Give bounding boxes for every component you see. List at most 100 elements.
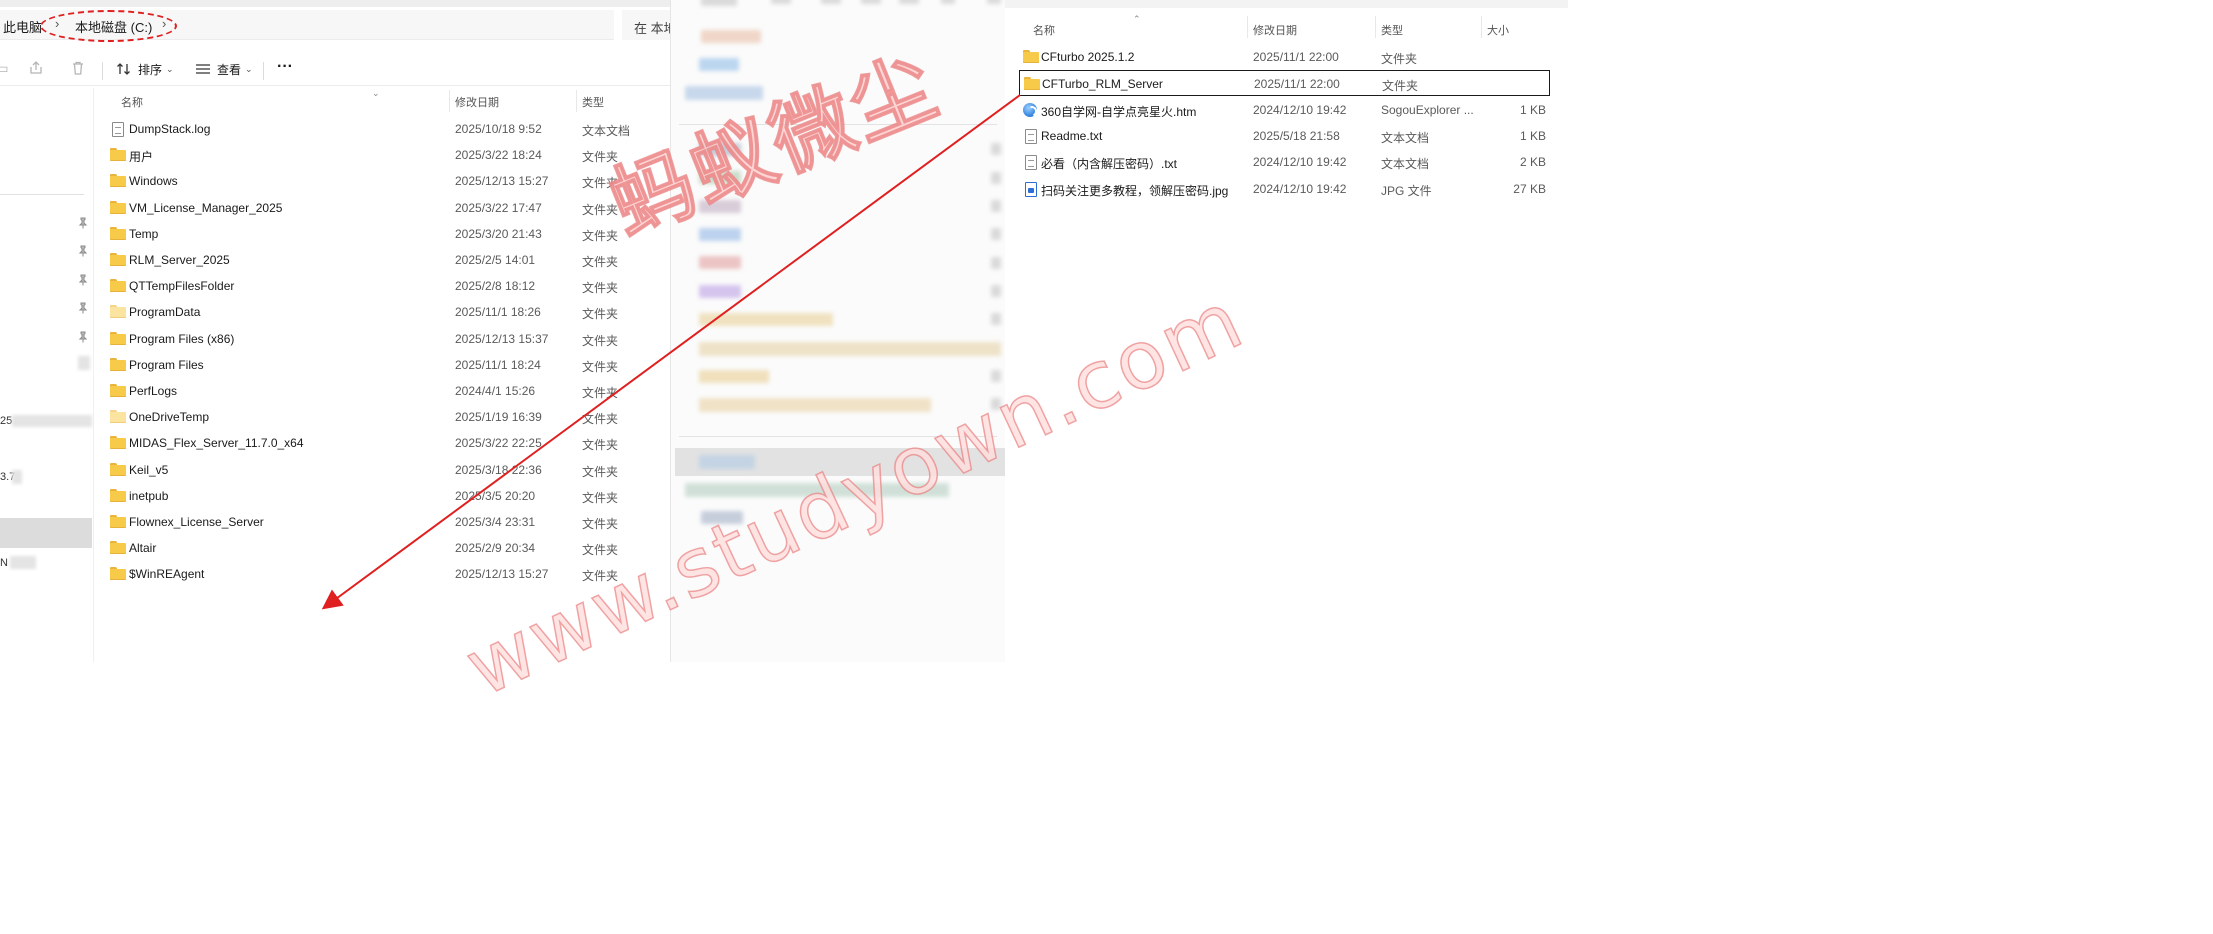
file-row[interactable]: Keil_v5 2025/3/18 22:36 文件夹: [94, 457, 670, 483]
blurred-nav-item: [699, 200, 741, 213]
address-bar[interactable]: 此电脑 › 本地磁盘 (C:) ›: [0, 10, 614, 40]
pin-icon[interactable]: [77, 302, 89, 314]
file-date: 2025/2/5 14:01: [455, 253, 536, 267]
file-row[interactable]: 360自学网-自学点亮星火.htm 2024/12/10 19:42 SogouEx…: [1019, 97, 1550, 123]
file-date: 2024/12/10 19:42: [1253, 181, 1347, 196]
file-row[interactable]: QTTempFilesFolder 2025/2/8 18:12 文件夹: [94, 273, 670, 299]
file-row[interactable]: $WinREAgent 2025/12/13 15:27 文件夹: [94, 561, 670, 587]
toolbar-divider: [263, 62, 264, 80]
share-icon[interactable]: [28, 60, 44, 76]
file-date: 2024/12/10 19:42: [1253, 102, 1347, 117]
file-row[interactable]: OneDriveTemp 2025/1/19 16:39 文件夹: [94, 404, 670, 430]
nav-item-selected[interactable]: [0, 518, 92, 548]
folder-icon: [110, 541, 126, 555]
file-row[interactable]: 必看（内含解压密码）.txt 2024/12/10 19:42 文本文档 2 KB: [1019, 149, 1550, 175]
pin-icon[interactable]: [77, 274, 89, 286]
file-row[interactable]: Program Files (x86) 2025/12/13 15:37 文件夹: [94, 326, 670, 352]
text-file-icon: [1025, 128, 1037, 144]
sort-button[interactable]: 排序 ⌄: [116, 60, 174, 78]
file-row[interactable]: PerfLogs 2024/4/1 15:26 文件夹: [94, 378, 670, 404]
toolbar-divider: [102, 62, 103, 80]
file-name: Windows: [129, 174, 178, 189]
column-separator[interactable]: [449, 90, 450, 112]
blurred-toolbar-item: [821, 0, 841, 4]
file-type: 文件夹: [582, 438, 619, 453]
file-row[interactable]: RLM_Server_2025 2025/2/5 14:01 文件夹: [94, 247, 670, 273]
blurred-nav-item: [991, 285, 1001, 297]
file-row[interactable]: Readme.txt 2025/5/18 21:58 文本文档 1 KB: [1019, 123, 1550, 149]
column-separator[interactable]: [1481, 16, 1482, 38]
blurred-nav-item: [699, 370, 769, 383]
file-type: SogouExplorer ...: [1381, 102, 1474, 117]
column-header-date[interactable]: 修改日期: [455, 94, 499, 110]
column-header-name[interactable]: 名称: [1033, 22, 1055, 38]
column-separator[interactable]: [1247, 16, 1248, 38]
file-name: RLM_Server_2025: [129, 253, 230, 267]
breadcrumb-chevron-icon[interactable]: ›: [162, 16, 166, 31]
column-header-type[interactable]: 类型: [1381, 22, 1403, 38]
column-header-date[interactable]: 修改日期: [1253, 22, 1297, 38]
pin-icon[interactable]: [77, 331, 89, 343]
breadcrumb-this-pc[interactable]: 此电脑: [3, 17, 42, 36]
command-toolbar: ▭ 排序 ⌄ 查看 ⌄ ···: [0, 52, 670, 86]
file-row[interactable]: VM_License_Manager_2025 2025/3/22 17:47 文件…: [94, 195, 670, 221]
column-header-size[interactable]: 大小: [1487, 22, 1509, 38]
column-separator[interactable]: [1375, 16, 1376, 38]
nav-item-label[interactable]: N: [0, 557, 8, 569]
file-row[interactable]: 用户 2025/3/22 18:24 文件夹: [94, 142, 670, 168]
file-row[interactable]: Program Files 2025/11/1 18:24 文件夹: [94, 352, 670, 378]
column-separator[interactable]: [576, 90, 577, 112]
file-type: 文件夹: [582, 150, 619, 165]
blurred-nav-item: [991, 200, 1001, 212]
rename-icon[interactable]: ▭: [0, 60, 10, 76]
window-top-strip: [0, 0, 670, 7]
file-type: 文件夹: [582, 228, 619, 243]
view-button[interactable]: 查看 ⌄: [195, 60, 253, 78]
column-header-type[interactable]: 类型: [582, 94, 604, 110]
file-icon-slot: [110, 384, 126, 398]
view-label: 查看: [217, 62, 242, 77]
file-type: 文件夹: [582, 517, 619, 531]
file-row[interactable]: Windows 2025/12/13 15:27 文件夹: [94, 168, 670, 194]
column-header-row: ⌄ 名称 修改日期 类型: [94, 88, 670, 114]
file-type: 文件夹: [582, 333, 619, 348]
file-row[interactable]: MIDAS_Flex_Server_11.7.0_x64 2025/3/22 22…: [94, 430, 670, 456]
column-header-name[interactable]: 名称: [121, 94, 143, 110]
file-date: 2025/3/18 22:36: [455, 462, 542, 477]
pin-icon[interactable]: [77, 245, 89, 257]
file-icon-slot: [110, 253, 126, 267]
column-header-row: 名称 ⌃ 修改日期 类型 大小: [1005, 14, 1568, 42]
blurred-nav-item: [991, 257, 1001, 269]
pin-icon[interactable]: [77, 217, 89, 229]
file-row[interactable]: Flownex_License_Server 2025/3/4 23:31 文件夹: [94, 509, 670, 535]
file-icon-slot: [110, 122, 126, 137]
delete-icon[interactable]: [70, 60, 86, 76]
nav-item-label[interactable]: 25: [0, 415, 12, 427]
blurred-nav-item: [12, 415, 92, 427]
file-row[interactable]: inetpub 2025/3/5 20:20 文件夹: [94, 483, 670, 509]
folder-light-icon: [110, 305, 126, 319]
blurred-nav-item: [991, 228, 1001, 240]
blurred-nav-item: [991, 143, 1001, 155]
sort-caret-icon: ⌄: [372, 88, 380, 98]
file-row[interactable]: 扫码关注更多教程，领解压密码.jpg 2024/12/10 19:42 JPG 文件…: [1019, 176, 1550, 202]
blurred-nav-item: [699, 171, 741, 184]
file-icon-slot: [110, 515, 126, 529]
file-row[interactable]: DumpStack.log 2025/10/18 9:52 文本文档: [94, 116, 670, 142]
file-row-selected[interactable]: CFTurbo_RLM_Server 2025/11/1 22:00 文件夹: [1019, 70, 1550, 97]
blurred-nav-item: [699, 228, 741, 241]
search-box[interactable]: 在 本地: [622, 10, 670, 40]
file-name: ProgramData: [129, 305, 201, 320]
file-date: 2025/3/22 18:24: [455, 148, 542, 163]
file-row[interactable]: CFturbo 2025.1.2 2025/11/1 22:00 文件夹: [1019, 44, 1550, 70]
file-row[interactable]: ProgramData 2025/11/1 18:26 文件夹: [94, 299, 670, 325]
file-row[interactable]: Temp 2025/3/20 21:43 文件夹: [94, 221, 670, 247]
more-options-button[interactable]: ···: [277, 58, 293, 76]
text-file-icon: [112, 122, 124, 137]
file-type: 文本文档: [582, 124, 631, 138]
file-name: Program Files (x86): [129, 331, 235, 346]
blurred-nav-item: [991, 398, 1001, 410]
file-name: Program Files: [129, 357, 204, 372]
breadcrumb-local-disk[interactable]: 本地磁盘 (C:): [75, 17, 152, 36]
file-row[interactable]: Altair 2025/2/9 20:34 文件夹: [94, 535, 670, 561]
